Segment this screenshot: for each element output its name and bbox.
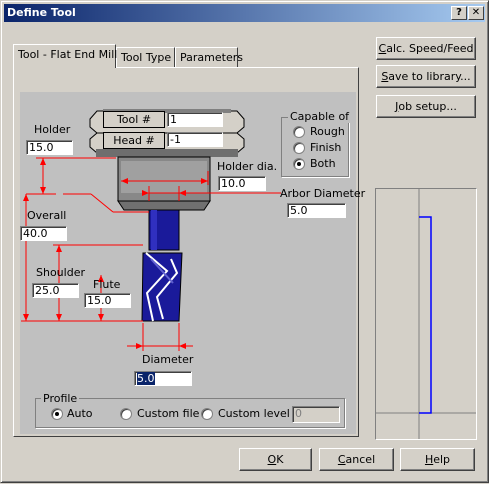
holder-dia-input[interactable]: 10.0 [218,176,266,191]
holder-label: Holder [34,123,71,136]
profile-custom-level-radio[interactable] [201,408,213,420]
help-label: elp [433,453,451,466]
calc-label: alc. Speed/Feed [386,42,474,55]
ok-button[interactable]: OK [239,448,312,471]
profile-auto-label: Auto [67,407,93,420]
holder-dia-label: Holder dia. [217,160,278,173]
diameter-value-selected: 5.0 [137,372,155,385]
close-icon[interactable]: ✕ [468,6,484,20]
overall-input[interactable]: 40.0 [20,226,67,241]
help-hotkey: H [424,453,434,466]
cancel-label: ancel [345,453,376,466]
diameter-label: Diameter [142,353,194,366]
finish-radio[interactable] [293,142,305,154]
overall-label: Overall [27,209,67,222]
calc-speed-feed-button[interactable]: Calc. Speed/Feed [376,37,476,60]
head-num-label: Head # [103,132,165,149]
rough-radio[interactable] [293,126,305,138]
title-bar: Define Tool ? ✕ [4,4,485,22]
tab-tool-type[interactable]: Tool Type [116,47,175,67]
profile-title: Profile [41,392,80,405]
tool-num-input[interactable]: 1 [167,112,223,127]
save-label: ave to library... [388,70,471,83]
cancel-button[interactable]: Cancel [319,448,394,471]
tool-preview [375,188,477,440]
help-button[interactable]: Help [400,448,475,471]
diameter-input[interactable]: 5.0 [134,371,192,386]
cancel-hotkey: C [337,453,346,466]
finish-label: Finish [310,141,342,154]
help-icon[interactable]: ? [451,6,467,20]
shoulder-label: Shoulder [36,266,85,279]
ok-hotkey: O [267,453,277,466]
arbor-dia-label: Arbor Diameter [280,187,366,200]
profile-custom-file-radio[interactable] [120,408,132,420]
arbor-dia-input[interactable]: 5.0 [287,203,346,218]
preview-profile [419,216,432,414]
profile-custom-level-label: Custom level [218,407,290,420]
setup-label: ob setup... [398,100,457,113]
tab-label: Parameters [180,51,243,64]
holder-input[interactable]: 15.0 [26,140,73,155]
window-title: Define Tool [7,6,76,19]
tab-label: Tool Type [121,51,172,64]
profile-custom-file-label: Custom file [137,407,200,420]
preview-drawing [376,189,476,439]
head-num-input[interactable]: -1 [167,132,223,147]
tool-num-label: Tool # [103,111,165,128]
define-tool-window: Define Tool ? ✕ Tool - Flat End Mill Too… [0,0,489,483]
capable-of-title: Capable of [288,110,352,123]
tab-parameters[interactable]: Parameters [175,47,243,67]
flute-input[interactable]: 15.0 [84,293,131,308]
tab-tool-flat-end-mill[interactable]: Tool - Flat End Mill [13,44,118,68]
ok-label: K [276,453,284,466]
job-setup-button[interactable]: Job setup... [376,95,476,118]
flute-label: Flute [93,278,121,291]
rough-label: Rough [310,125,345,138]
both-radio[interactable] [293,158,305,170]
profile-auto-radio[interactable] [51,408,63,420]
both-label: Both [310,157,336,170]
profile-level-input[interactable]: 0 [292,406,340,423]
tab-label: Tool - Flat End Mill [18,48,118,61]
shoulder-input[interactable]: 25.0 [32,283,79,298]
save-to-library-button[interactable]: Save to library... [376,65,476,88]
